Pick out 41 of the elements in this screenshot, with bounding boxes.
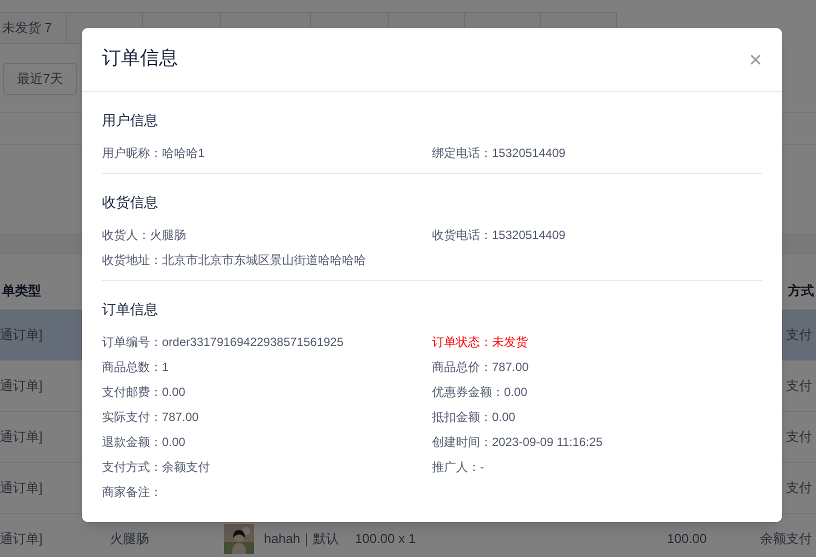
info-field: 商品总价：787.00 — [432, 358, 529, 376]
info-field: 收货地址：北京市北京市东城区景山街道哈哈哈哈 — [102, 250, 366, 268]
column-header: 单类型 — [1, 282, 42, 300]
info-field: 商家备注： — [102, 482, 162, 500]
table-cell-text: 支付 — [786, 479, 813, 498]
table-cell-text: 通订单] — [0, 428, 43, 446]
info-field: 支付方式：余额支付 — [102, 458, 210, 476]
info-field: 推广人：- — [432, 458, 484, 476]
section-title: 收货信息 — [102, 193, 159, 212]
dialog-title: 订单信息 — [102, 47, 178, 72]
info-field: 优惠券金额：0.00 — [432, 382, 528, 400]
info-field: 实际支付：787.00 — [102, 408, 199, 426]
table-cell-text: 余额支付 — [760, 530, 813, 548]
section-title: 订单信息 — [102, 300, 159, 319]
close-button[interactable]: × — [749, 48, 762, 70]
table-cell-text: 通订单] — [0, 479, 43, 498]
table-cell-text: 火腿肠 — [110, 530, 149, 548]
table-cell-text: 支付 — [786, 377, 813, 396]
table-cell-text: 100.00 x 1 — [355, 530, 416, 548]
table-cell-text: hahah｜默认 — [264, 530, 340, 548]
info-field: 用户昵称：哈哈哈1 — [102, 144, 205, 162]
order-status: 订单状态：未发货 — [432, 334, 528, 350]
column-header: 方式 — [786, 282, 815, 300]
info-field: 创建时间：2023-09-09 11:16:25 — [432, 432, 603, 450]
info-field: 订单编号：order33179169422938571561925 — [102, 332, 344, 350]
info-field: 收货人：火腿肠 — [102, 226, 186, 244]
status-tab[interactable]: 未发货 7 — [0, 12, 67, 44]
table-cell-text: 100.00 — [667, 530, 707, 548]
info-field: 支付邮费：0.00 — [102, 382, 186, 400]
info-field: 抵扣金额：0.00 — [432, 408, 516, 426]
table-cell-text: 支付 — [786, 326, 813, 344]
info-field: 收货电话：15320514409 — [432, 226, 566, 244]
date-filter-button[interactable]: 最近7天 — [3, 63, 77, 95]
info-field: 绑定电话：15320514409 — [432, 144, 566, 162]
section-title: 用户信息 — [102, 111, 159, 130]
table-cell-text: 通订单] — [0, 326, 43, 344]
info-field: 商品总数：1 — [102, 358, 169, 376]
table-cell-text: 通订单] — [0, 377, 43, 396]
table-cell-text: 支付 — [786, 428, 813, 446]
table-cell-text: 通订单] — [0, 530, 43, 548]
info-field: 退款金额：0.00 — [102, 432, 186, 450]
